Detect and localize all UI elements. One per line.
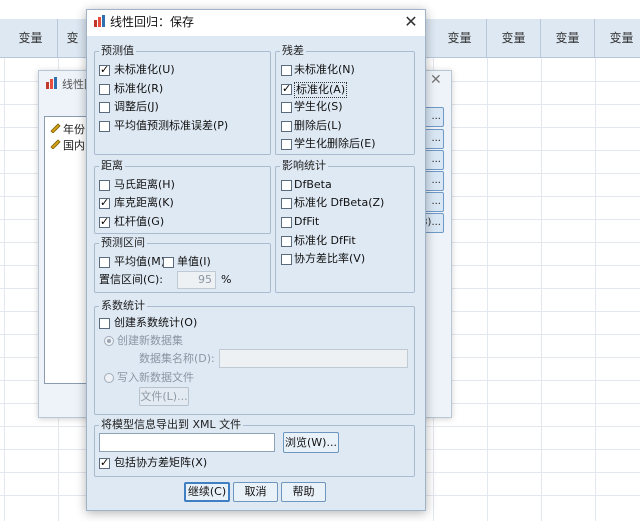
radio-label: 创建新数据集 (117, 334, 183, 347)
checkbox-label: 未标准化(N) (294, 63, 355, 76)
dfbeta-checkbox[interactable] (281, 180, 292, 191)
unstandardized-predicted-checkbox[interactable] (99, 63, 110, 76)
studentized-residual-checkbox[interactable] (281, 102, 292, 113)
checkbox-label: 杠杆值(G) (114, 215, 165, 228)
column-header[interactable]: 变 (58, 19, 88, 58)
checkbox-label: 标准化(R) (114, 82, 164, 95)
checkbox-label: 平均值(M) (114, 255, 166, 268)
new-dataset-radio[interactable] (104, 336, 114, 346)
checkbox-label: 删除后(L) (294, 119, 342, 132)
checkbox-label: 包括协方差矩阵(X) (114, 456, 208, 469)
column-header[interactable]: 变量 (4, 19, 58, 58)
studentized-deleted-checkbox[interactable] (281, 139, 292, 150)
continue-button[interactable]: 继续(C) (184, 482, 230, 502)
checkbox-label: 协方差比率(V) (294, 252, 366, 265)
xml-path-input[interactable] (99, 433, 275, 452)
scale-variable-icon (49, 121, 61, 134)
checkbox-label: 标准化(A) (294, 82, 348, 98)
confidence-level-input[interactable]: 95 (177, 271, 216, 289)
checkbox-label: 马氏距离(H) (114, 178, 175, 191)
scale-variable-icon (49, 137, 61, 150)
group-title: 预测值 (99, 44, 136, 57)
checkbox-label: DfFit (294, 215, 320, 228)
checkbox-label: 标准化 DfBeta(Z) (294, 196, 385, 209)
checkbox-label: 未标准化(U) (114, 63, 175, 76)
standardized-dffit-checkbox[interactable] (281, 236, 292, 247)
checkbox-label: 库克距离(K) (114, 196, 174, 209)
checkbox-label: 调整后(J) (114, 100, 159, 113)
radio-label: 写入新数据文件 (117, 371, 194, 384)
checkbox-label: 单值(I) (177, 255, 211, 268)
spss-app-icon (93, 14, 107, 28)
dialog-title: 线性回归：保存 (110, 15, 195, 29)
checkbox-label: 标准化 DfFit (294, 234, 356, 247)
column-header[interactable]: 变量 (541, 19, 595, 58)
column-header[interactable]: 变量 (595, 19, 640, 58)
group-title: 将模型信息导出到 XML 文件 (99, 418, 244, 431)
leverage-checkbox[interactable] (99, 215, 110, 228)
individual-interval-checkbox[interactable] (163, 257, 174, 268)
covariance-ratio-checkbox[interactable] (281, 254, 292, 265)
confidence-interval-label: 置信区间(C): (99, 273, 163, 286)
create-coef-stats-checkbox[interactable] (99, 318, 110, 329)
dffit-checkbox[interactable] (281, 217, 292, 228)
dataset-name-label: 数据集名称(D): (139, 352, 215, 365)
checkbox-label: 学生化删除后(E) (294, 137, 376, 150)
percent-sign: % (221, 273, 232, 286)
variable-item[interactable]: 国内 (63, 137, 85, 153)
mean-interval-checkbox[interactable] (99, 257, 110, 268)
checkbox-label: DfBeta (294, 178, 332, 191)
browse-button[interactable]: 浏览(W)... (283, 432, 339, 453)
include-covariance-checkbox[interactable] (99, 456, 110, 469)
deleted-residual-checkbox[interactable] (281, 121, 292, 132)
dataset-name-input[interactable] (219, 349, 408, 368)
cancel-button[interactable]: 取消 (233, 482, 278, 502)
group-title: 残差 (280, 44, 306, 57)
standardized-predicted-checkbox[interactable] (99, 84, 110, 95)
close-icon[interactable]: ✕ (400, 10, 422, 34)
group-title: 距离 (99, 159, 125, 172)
spss-app-icon (45, 76, 59, 90)
group-title: 预测区间 (99, 236, 147, 249)
group-title: 影响统计 (280, 159, 328, 172)
column-header[interactable]: 变量 (487, 19, 541, 58)
checkbox-label: 创建系数统计(O) (114, 316, 198, 329)
file-button[interactable]: 文件(L)... (139, 387, 189, 406)
mahalanobis-checkbox[interactable] (99, 180, 110, 191)
cooks-distance-checkbox[interactable] (99, 196, 110, 209)
group-title: 系数统计 (99, 299, 147, 312)
standardized-dfbeta-checkbox[interactable] (281, 198, 292, 209)
checkbox-label: 平均值预测标准误差(P) (114, 119, 229, 132)
variable-item[interactable]: 年份 (63, 121, 85, 137)
unstandardized-residual-checkbox[interactable] (281, 65, 292, 76)
checkbox-label: 学生化(S) (294, 100, 343, 113)
mean-prediction-se-checkbox[interactable] (99, 121, 110, 132)
column-header[interactable]: 变量 (433, 19, 487, 58)
back-close-icon[interactable]: ✕ (430, 72, 442, 88)
standardized-residual-checkbox[interactable] (281, 82, 292, 95)
help-button[interactable]: 帮助 (281, 482, 326, 502)
adjusted-predicted-checkbox[interactable] (99, 102, 110, 113)
write-file-radio[interactable] (104, 373, 114, 383)
variable-list[interactable] (44, 116, 92, 384)
